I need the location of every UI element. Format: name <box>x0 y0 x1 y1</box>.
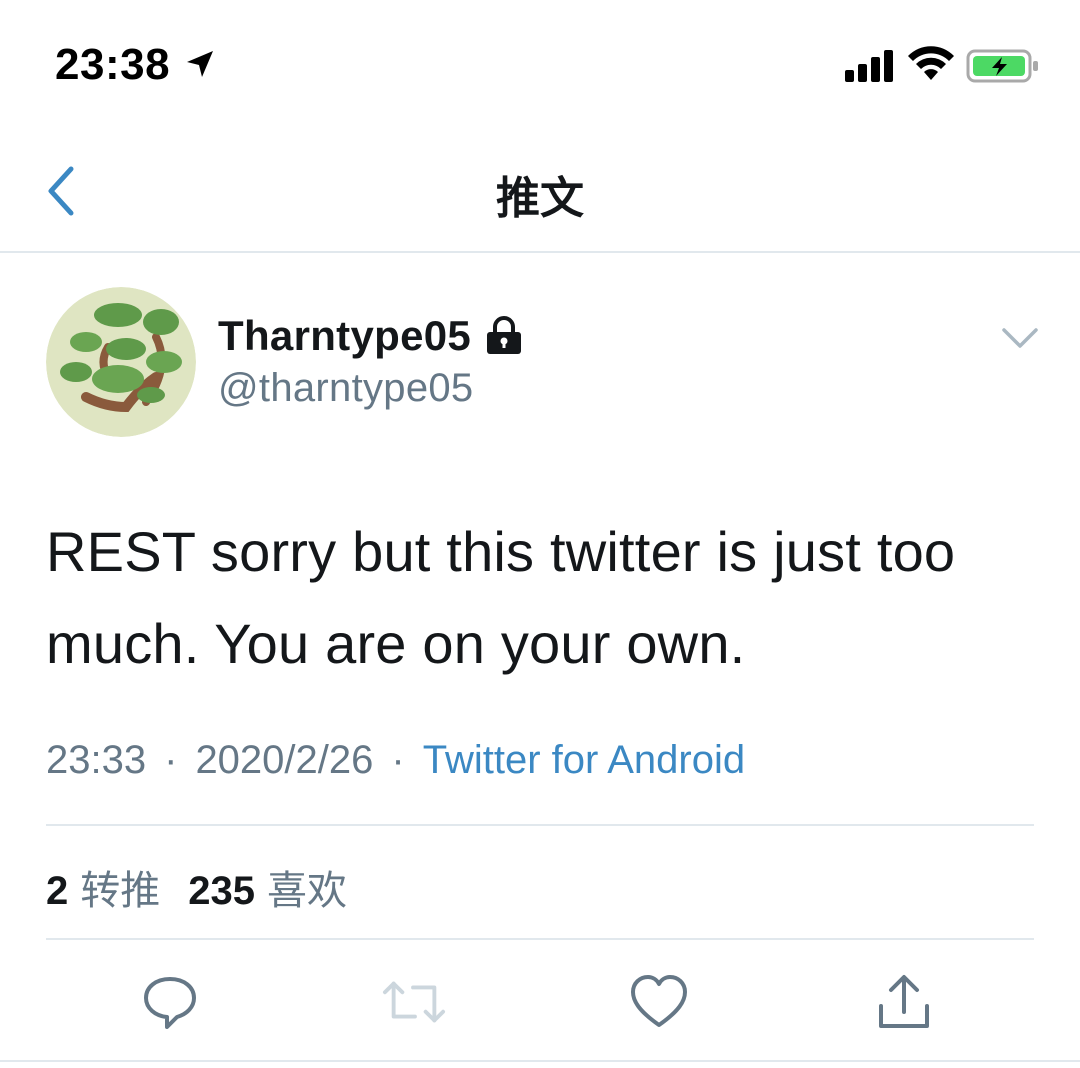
status-time: 23:38 <box>55 40 171 89</box>
like-icon <box>631 975 687 1027</box>
divider <box>0 1060 1080 1062</box>
avatar[interactable] <box>46 287 196 437</box>
meta-separator: · <box>391 738 405 782</box>
user-handle[interactable]: @tharntype05 <box>218 366 473 411</box>
bonsai-avatar-image <box>46 287 196 437</box>
share-button[interactable] <box>872 970 936 1034</box>
retweet-icon <box>382 981 446 1023</box>
display-name[interactable]: Tharntype05 <box>218 312 471 360</box>
wifi-icon <box>908 46 954 80</box>
divider <box>46 938 1034 940</box>
likes-label: 喜欢 <box>267 869 347 913</box>
tweet-time: 23:33 <box>46 738 147 782</box>
tweet-source-link[interactable]: Twitter for Android <box>423 738 745 782</box>
location-arrow-icon <box>187 51 213 77</box>
tweet-stats: 2 转推 235 喜欢 <box>46 858 347 916</box>
tweet-date: 2020/2/26 <box>195 738 374 782</box>
chevron-down-icon[interactable] <box>998 322 1042 356</box>
retweets-count: 2 <box>46 869 69 913</box>
likes-count: 235 <box>188 869 255 913</box>
divider <box>46 824 1034 826</box>
like-button[interactable] <box>627 970 691 1034</box>
tweet-meta: 23:33 · 2020/2/26 · Twitter for Android <box>46 738 745 783</box>
battery-charging-icon <box>966 49 1038 83</box>
meta-separator: · <box>164 738 178 782</box>
status-bar: 23:38 <box>0 0 1080 130</box>
lock-icon <box>487 316 522 354</box>
cellular-signal-icon <box>845 50 893 82</box>
share-icon <box>879 975 929 1028</box>
reply-button[interactable] <box>138 970 202 1034</box>
reply-icon <box>144 977 196 1029</box>
retweets-stat[interactable]: 2 转推 <box>46 869 160 913</box>
retweet-button[interactable] <box>382 970 446 1034</box>
retweets-label: 转推 <box>80 869 161 913</box>
nav-header: 推文 <box>0 130 1080 253</box>
page-title: 推文 <box>496 174 584 223</box>
display-name-row: Tharntype05 <box>218 312 523 360</box>
tweet-text: REST sorry but this twitter is just too … <box>46 520 956 675</box>
likes-stat[interactable]: 235 喜欢 <box>188 869 347 913</box>
